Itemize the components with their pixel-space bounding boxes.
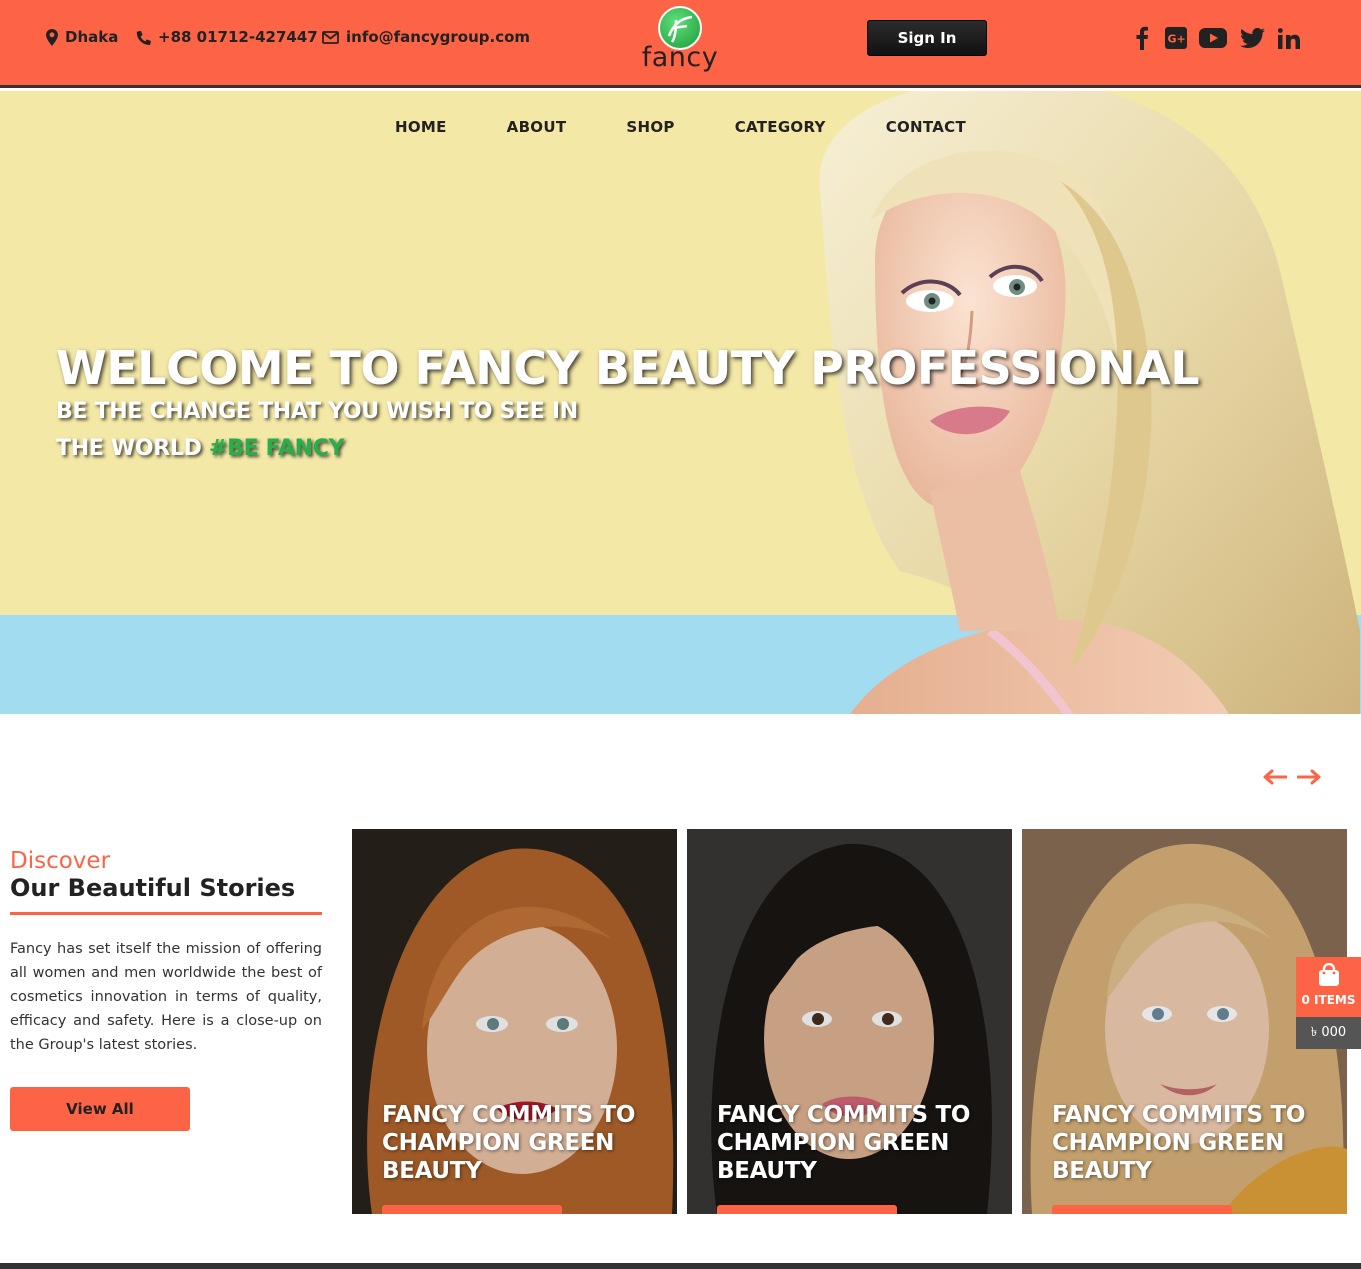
email-text: info@fancygroup.com bbox=[346, 28, 531, 46]
google-plus-icon[interactable]: G+ bbox=[1165, 24, 1187, 52]
nav-contact[interactable]: CONTACT bbox=[886, 118, 966, 136]
svg-text:G+: G+ bbox=[1168, 33, 1186, 46]
cart-total: ৳ 000 bbox=[1296, 1017, 1361, 1049]
next-arrow-icon[interactable] bbox=[1296, 768, 1321, 786]
hero-subtitle-text: THE WORLD bbox=[56, 436, 202, 461]
email-info[interactable]: info@fancygroup.com bbox=[322, 28, 530, 46]
hero-title: WELCOME TO FANCY BEAUTY PROFESSIONAL bbox=[56, 341, 1200, 395]
nav-home[interactable]: HOME bbox=[395, 118, 447, 136]
stories-description: Fancy has set itself the mission of offe… bbox=[10, 941, 322, 1053]
nav-about[interactable]: ABOUT bbox=[507, 118, 567, 136]
view-all-button[interactable]: View All bbox=[10, 1087, 190, 1131]
location-info: Dhaka bbox=[46, 28, 118, 46]
hero-model-image bbox=[819, 91, 1360, 714]
story-card-title: FANCY COMMITS TO CHAMPION GREEN BEAUTY bbox=[717, 1102, 971, 1184]
logo-text: fancy bbox=[641, 42, 719, 73]
social-links: G+ bbox=[1131, 24, 1301, 52]
nav-category[interactable]: CATEGORY bbox=[735, 118, 826, 136]
hero-subtitle-line2: THE WORLD #BE FANCY bbox=[56, 436, 344, 461]
map-marker-icon bbox=[46, 28, 58, 46]
envelope-icon bbox=[322, 30, 339, 44]
shopping-bag-icon bbox=[1317, 962, 1341, 991]
fancy-logo[interactable]: fancy bbox=[640, 4, 720, 76]
story-card-title: FANCY COMMITS TO CHAMPION GREEN BEAUTY bbox=[382, 1102, 636, 1184]
cart-items-count: 0 ITEMS bbox=[1301, 993, 1356, 1007]
sign-in-button[interactable]: Sign In bbox=[867, 20, 987, 56]
cart-summary: 0 ITEMS bbox=[1296, 957, 1361, 1017]
hero-hashtag: #BE FANCY bbox=[208, 436, 345, 461]
linkedin-icon[interactable] bbox=[1277, 24, 1301, 52]
top-bar: Dhaka +88 01712-427447 info@fancygroup.c… bbox=[0, 0, 1361, 88]
discover-label: Discover bbox=[10, 848, 111, 874]
stories-divider bbox=[10, 912, 322, 915]
phone-text: +88 01712-427447 bbox=[158, 28, 318, 46]
hero-subtitle-line1: BE THE CHANGE THAT YOU WISH TO SEE IN bbox=[56, 399, 578, 424]
phone-info[interactable]: +88 01712-427447 bbox=[135, 28, 318, 46]
story-card-button[interactable] bbox=[1052, 1205, 1232, 1214]
story-card[interactable]: FANCY COMMITS TO CHAMPION GREEN BEAUTY bbox=[687, 829, 1012, 1214]
location-text: Dhaka bbox=[65, 28, 119, 46]
facebook-icon[interactable] bbox=[1131, 24, 1153, 52]
nav-shop[interactable]: SHOP bbox=[626, 118, 674, 136]
story-card-button[interactable] bbox=[717, 1205, 897, 1214]
youtube-icon[interactable] bbox=[1199, 24, 1227, 52]
stories-title: Our Beautiful Stories bbox=[10, 874, 296, 902]
main-nav: HOME ABOUT SHOP CATEGORY CONTACT bbox=[0, 118, 1361, 136]
story-card[interactable]: FANCY COMMITS TO CHAMPION GREEN BEAUTY bbox=[352, 829, 677, 1214]
prev-arrow-icon[interactable] bbox=[1263, 768, 1288, 786]
footer-top-border bbox=[0, 1263, 1361, 1269]
story-card-button[interactable] bbox=[382, 1205, 562, 1214]
twitter-icon[interactable] bbox=[1239, 24, 1265, 52]
phone-icon bbox=[135, 29, 151, 45]
story-card-title: FANCY COMMITS TO CHAMPION GREEN BEAUTY bbox=[1052, 1102, 1306, 1184]
hero-banner: HOME ABOUT SHOP CATEGORY CONTACT WELCOME… bbox=[0, 91, 1361, 714]
cart-widget[interactable]: 0 ITEMS ৳ 000 bbox=[1296, 957, 1361, 1049]
